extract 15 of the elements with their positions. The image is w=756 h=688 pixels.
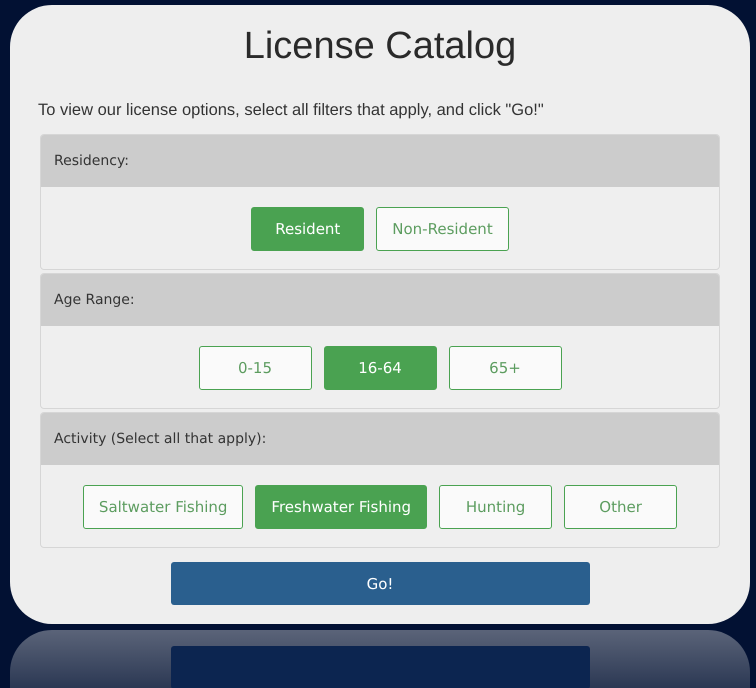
filter-heading: Activity (Select all that apply): [41, 413, 719, 465]
filter-option-button[interactable]: 16-64 [324, 346, 436, 390]
filter-option-button[interactable]: 0-15 [198, 346, 312, 390]
filter-option-button[interactable]: Resident [251, 207, 364, 251]
instructions-text: To view our license options, select all filters that apply, and click "Go!" [38, 101, 545, 120]
filter-option-button[interactable]: Non-Resident [376, 207, 509, 251]
go-button[interactable]: Go! [170, 562, 590, 605]
filter-heading: Age Range: [41, 274, 719, 326]
filter-option-button[interactable]: Freshwater Fishing [255, 485, 428, 529]
page-title: License Catalog [242, 24, 518, 69]
filter-heading: Residency: [41, 135, 719, 187]
filter-option-button[interactable]: Other [564, 485, 678, 529]
filter-option-button[interactable]: Saltwater Fishing [82, 485, 244, 529]
filter-option-button[interactable]: Hunting [439, 485, 552, 529]
filter-option-button[interactable]: 65+ [448, 346, 562, 390]
